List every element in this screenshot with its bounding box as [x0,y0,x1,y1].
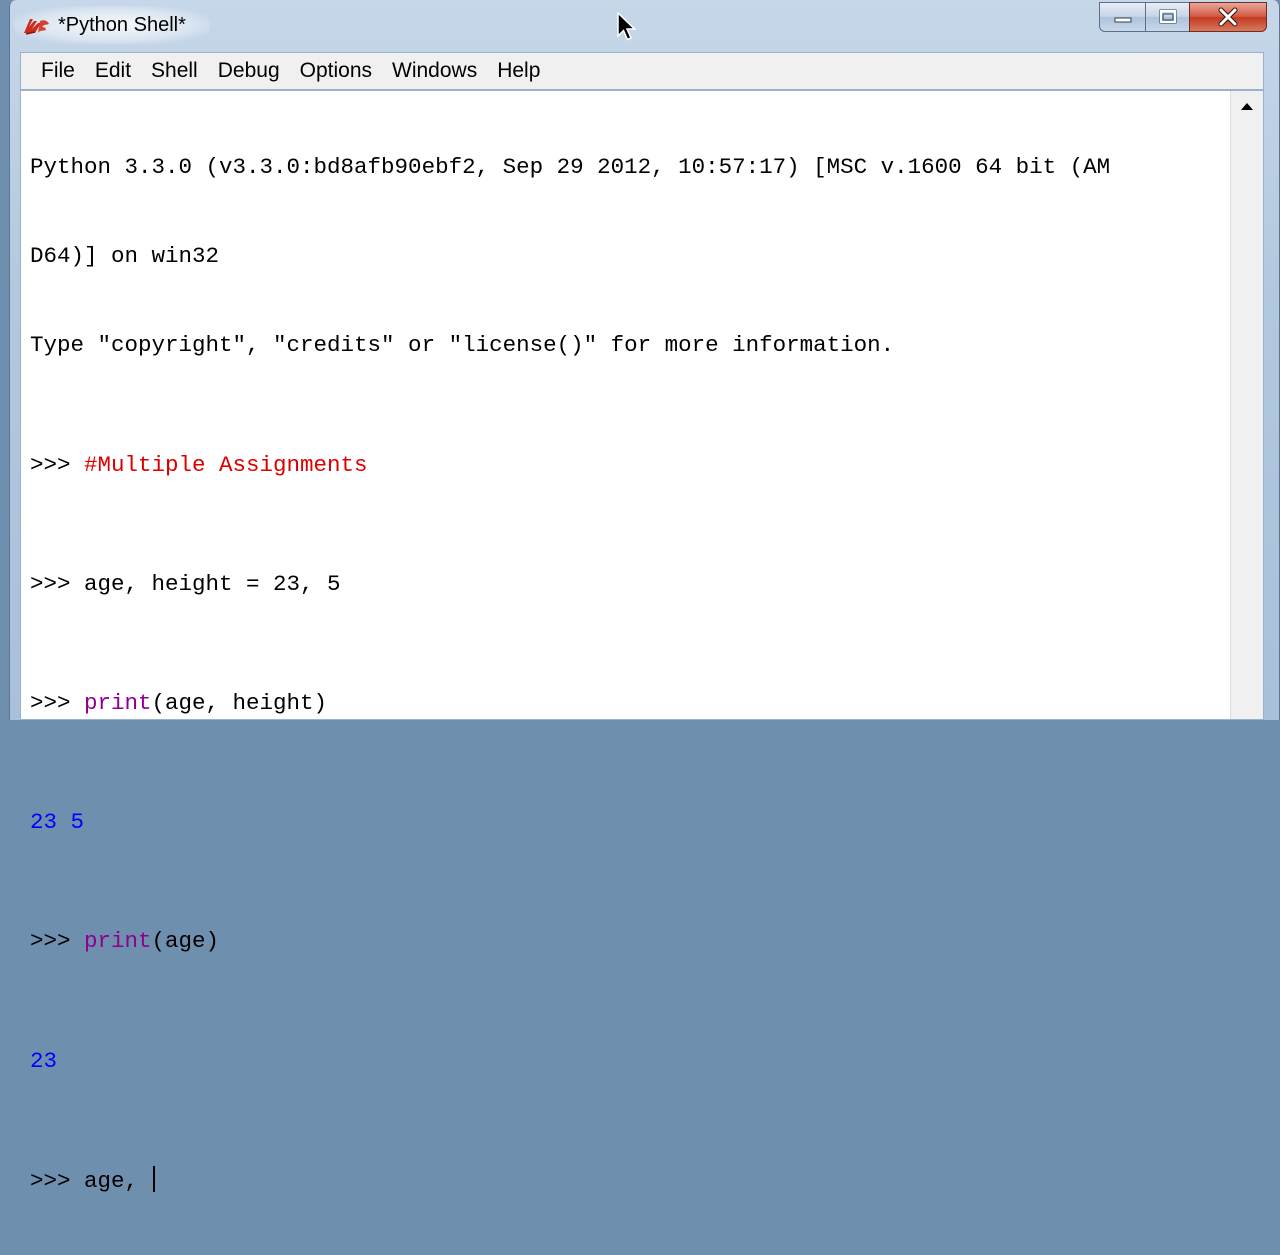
vertical-scrollbar[interactable] [1230,91,1263,719]
menu-file[interactable]: File [31,53,85,89]
header-line: Python 3.3.0 (v3.3.0:bd8afb90ebf2, Sep 2… [30,153,1111,180]
shell-output[interactable]: Python 3.3.0 (v3.3.0:bd8afb90ebf2, Sep 2… [30,93,1229,1255]
code-comment: #Multiple Assignments [84,451,368,478]
shell-line: >>> print(age, height) [30,689,1229,719]
shell-line: >>> print(age) [30,927,1229,957]
scroll-up-button[interactable] [1231,91,1263,121]
window-title: *Python Shell* [58,14,186,36]
close-button[interactable] [1189,2,1267,32]
shell-line: >>> #Multiple Assignments [30,451,1229,481]
minimize-icon [1114,17,1131,23]
caption-buttons [1099,2,1267,36]
menu-options[interactable]: Options [290,53,382,89]
prompt: >>> [30,451,85,478]
idle-feather-icon [24,19,49,35]
arrow-up-icon [1241,103,1253,110]
header-line: Type "copyright", "credits" or "license(… [30,332,895,359]
maximize-icon [1159,9,1176,24]
prompt: >>> [30,689,85,716]
prompt: >>> [30,1167,85,1194]
maximize-button[interactable] [1145,2,1189,32]
menu-debug[interactable]: Debug [208,53,290,89]
menu-windows[interactable]: Windows [382,53,487,89]
menu-shell[interactable]: Shell [141,53,208,89]
prompt: >>> [30,928,85,955]
close-icon [1218,7,1238,27]
shell-line: >>> age, height = 23, 5 [30,570,1229,600]
code-text: (age) [151,928,220,955]
header-line: D64)] on win32 [30,242,220,269]
text-cursor [152,1165,155,1192]
menu-help[interactable]: Help [487,53,550,89]
minimize-button[interactable] [1099,2,1145,32]
prompt: >>> [30,570,85,597]
code-text: (age, height) [151,689,328,716]
code-text: age, height = 23, 5 [84,570,341,597]
output-line: 23 5 [30,809,85,836]
builtin-keyword: print [84,689,152,716]
shell-input-line[interactable]: >>> age, [30,1165,1229,1196]
builtin-keyword: print [84,928,152,955]
title-bar[interactable]: *Python Shell* [10,0,1279,52]
shell-text-area[interactable]: Python 3.3.0 (v3.3.0:bd8afb90ebf2, Sep 2… [20,90,1264,1194]
mouse-pointer-icon [617,12,637,41]
python-shell-window: *Python Shell* File Edit Shell Debug Opt… [9,0,1280,1194]
menu-bar: File Edit Shell Debug Options Windows He… [20,52,1264,90]
output-line: 23 [30,1047,58,1074]
current-input[interactable]: age, [84,1168,152,1194]
menu-edit[interactable]: Edit [85,53,141,89]
